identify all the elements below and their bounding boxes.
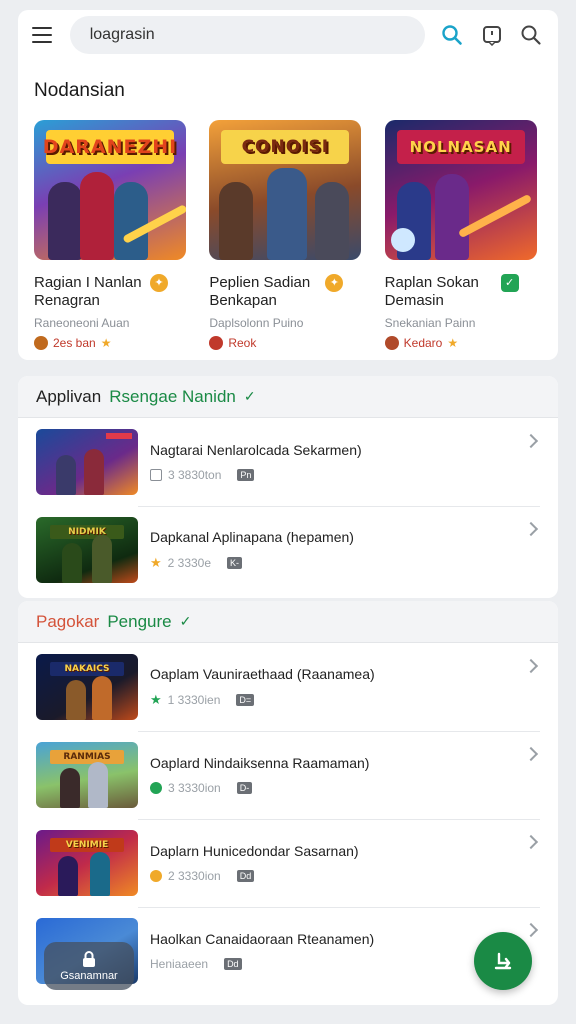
game-meta: Kedaro <box>403 336 443 350</box>
game-subtitle: Daplsolonn Puino <box>209 316 304 330</box>
featured-panel: Nodansian DARANEZHI Ragian I Nanlan Rena… <box>18 60 558 360</box>
rating-chip: K- <box>227 557 243 569</box>
row-meta: 1 3330ien <box>167 693 221 707</box>
list-item[interactable]: NIDMIK Dapkanal Aplinapana (hepamen) ★ 2… <box>18 506 558 594</box>
download-fab[interactable] <box>474 932 532 990</box>
verified-badge-icon: ✓ <box>500 274 519 292</box>
app-badge-icon <box>390 228 415 252</box>
check-icon: ✓ <box>243 388 256 404</box>
top-bar <box>18 10 558 60</box>
section-header: Pagokar Pengure ✓ <box>18 601 558 643</box>
list-item[interactable]: VENIMIE Daplarn Hunicedondar Sasarnan) 2… <box>18 819 558 907</box>
rating-star-icon: ★ <box>447 336 459 350</box>
game-subtitle: Raneoneoni Auan <box>34 316 130 330</box>
row-title: Oaplam Vauniraethaad (Raanamea) <box>150 666 375 682</box>
game-artwork: DARANEZHI <box>34 120 186 260</box>
game-meta: Reok <box>228 336 257 350</box>
star-badge-icon: ✦ <box>325 274 344 292</box>
row-title: Daplarn Hunicedondar Sasarnan) <box>150 843 359 859</box>
download-icon <box>494 952 512 970</box>
search-alt-icon[interactable] <box>518 22 544 48</box>
game-name: Raplan Sokan Demasin <box>384 274 479 309</box>
rating-chip: D= <box>236 694 255 706</box>
star-icon: ★ <box>150 555 162 570</box>
verified-icon <box>150 782 162 794</box>
unlock-button[interactable]: Gsanamnar <box>44 942 134 990</box>
game-logo: NOLNASAN <box>396 130 525 164</box>
row-title: Nagtarai Nenlarolcada Sekarmen) <box>150 442 362 458</box>
rating-chip: Dd <box>224 958 242 970</box>
developer-icon <box>384 336 399 350</box>
game-name: Peplien Sadian Benkapan <box>209 274 311 309</box>
game-meta: 2es ban <box>53 336 96 350</box>
row-meta: 3 3830ton <box>168 468 222 482</box>
size-icon <box>150 469 162 481</box>
section-title: Pagokar <box>36 611 100 631</box>
section-title-accent: Rsengae Nanidn <box>109 386 236 406</box>
star-icon: ★ <box>150 692 162 707</box>
rating-star-icon: ★ <box>100 336 112 350</box>
coin-icon <box>150 870 162 882</box>
game-thumbnail: RANMIAS <box>36 742 138 808</box>
game-thumbnail: VENIMIE <box>36 830 138 896</box>
row-meta: 3 3330ion <box>168 781 221 795</box>
list-item[interactable]: NAKAICS Oaplam Vauniraethaad (Raanamea) … <box>18 643 558 731</box>
row-meta: Heniaaeen <box>150 957 209 971</box>
star-badge-icon: ✦ <box>150 274 168 292</box>
bookmark-icon[interactable] <box>479 22 505 48</box>
section-header: Applivan Rsengae Nanidn ✓ <box>18 376 558 418</box>
game-artwork: NOLNASAN <box>384 120 537 260</box>
developer-icon <box>209 336 224 350</box>
list-item[interactable]: RANMIAS Oaplard Nindaiksenna Raamaman) 3… <box>18 731 558 819</box>
row-title: Dapkanal Aplinapana (hepamen) <box>150 529 354 545</box>
game-logo: DARANEZHI <box>43 130 176 164</box>
check-icon: ✓ <box>179 613 192 629</box>
game-subtitle: Snekanian Painn <box>384 316 476 330</box>
row-meta: 2 3330e <box>167 556 212 570</box>
featured-title: Nodansian <box>34 80 125 101</box>
section-applivan: Applivan Rsengae Nanidn ✓ Nagtarai Nenla… <box>18 376 558 598</box>
featured-card[interactable]: CONOISI Peplien Sadian Benkapan ✦ Daplso… <box>209 120 366 350</box>
row-title: Oaplard Nindaiksenna Raamaman) <box>150 755 370 771</box>
rating-chip: Dd <box>236 870 255 882</box>
section-title: Applivan <box>36 386 102 406</box>
game-logo: CONOISI <box>221 130 350 164</box>
unlock-label: Gsanamnar <box>60 970 118 982</box>
search-icon[interactable] <box>439 22 465 48</box>
row-meta: 2 3330ion <box>168 869 221 883</box>
rating-chip: D- <box>236 782 253 794</box>
section-title-accent: Pengure <box>107 611 172 631</box>
menu-icon[interactable] <box>32 27 52 43</box>
game-thumbnail: NIDMIK <box>36 517 138 583</box>
list-item[interactable]: Nagtarai Nenlarolcada Sekarmen) 3 3830to… <box>18 418 558 506</box>
developer-icon <box>34 336 48 350</box>
rating-chip: Pn <box>237 469 255 481</box>
featured-card[interactable]: NOLNASAN Raplan Sokan Demasin ✓ Snekania… <box>384 120 542 350</box>
game-thumbnail: NAKAICS <box>36 654 138 720</box>
game-thumbnail <box>36 429 138 495</box>
game-artwork: CONOISI <box>209 120 362 260</box>
game-name: Ragian I Nanlan Renagran <box>34 274 142 309</box>
lock-icon <box>83 951 95 967</box>
search-input[interactable] <box>69 16 426 54</box>
featured-card[interactable]: DARANEZHI Ragian I Nanlan Renagran ✦ Ran… <box>34 120 191 350</box>
